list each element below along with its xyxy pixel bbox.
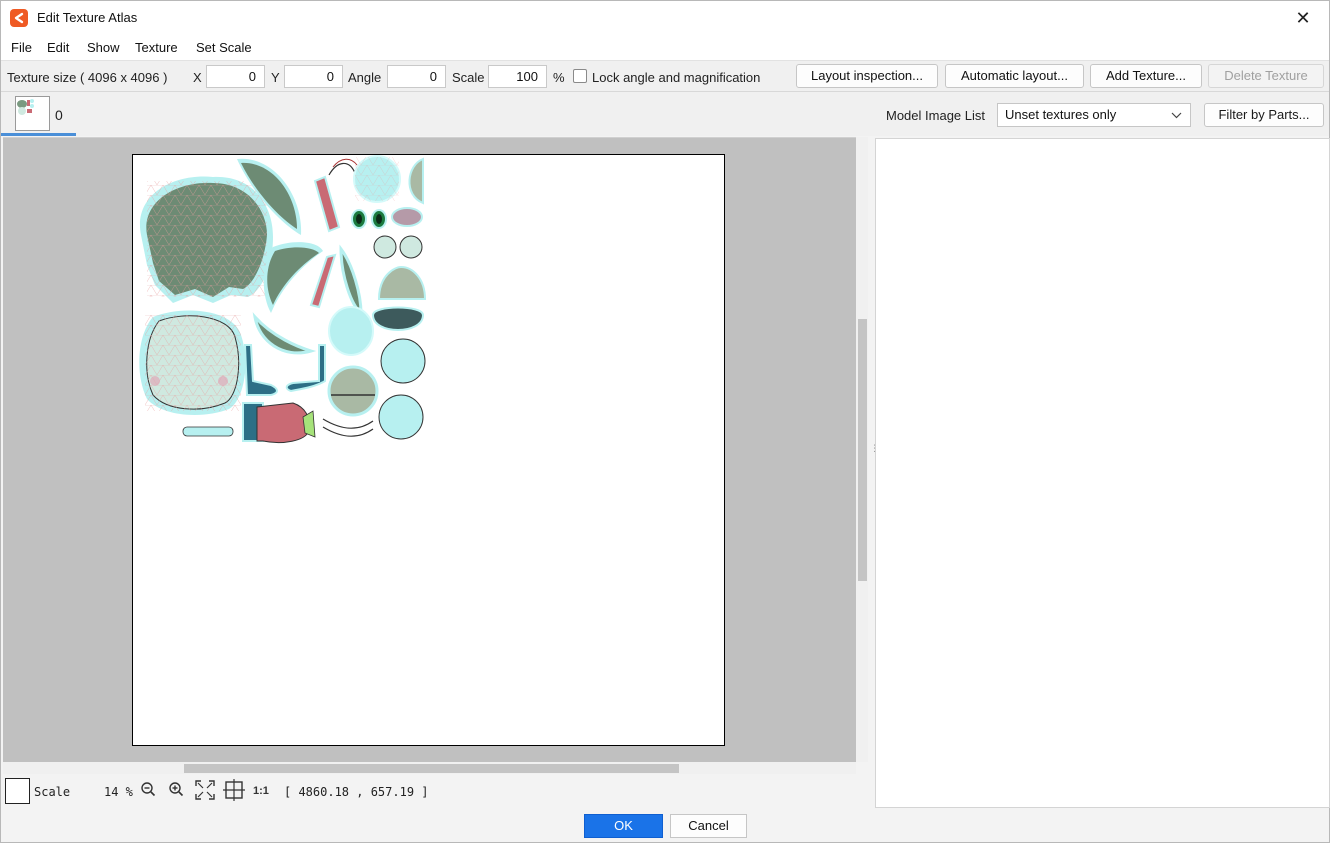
atlas-index-label: 0 [55, 107, 63, 123]
zoom-in-icon[interactable] [168, 781, 184, 800]
atlas-thumbnail[interactable] [15, 96, 50, 131]
fit-selection-icon[interactable] [223, 779, 245, 804]
y-label: Y [271, 70, 280, 85]
cursor-coordinates: [ 4860.18 , 657.19 ] [284, 785, 429, 799]
scale-label: Scale [452, 70, 485, 85]
menu-edit[interactable]: Edit [47, 40, 69, 55]
x-input[interactable]: 0 [206, 65, 265, 88]
menu-set-scale[interactable]: Set Scale [196, 40, 252, 55]
close-icon[interactable]: ✕ [1293, 8, 1313, 28]
horizontal-scrollbar[interactable] [3, 762, 856, 774]
menu-file[interactable]: File [11, 40, 32, 55]
texture-size-label: Texture size ( 4096 x 4096 ) [7, 70, 168, 85]
menu-texture[interactable]: Texture [135, 40, 178, 55]
lock-angle-checkbox[interactable] [573, 69, 587, 83]
title-bar: Edit Texture Atlas ✕ [1, 1, 1329, 34]
window-title: Edit Texture Atlas [37, 10, 138, 25]
automatic-layout-button[interactable]: Automatic layout... [945, 64, 1084, 88]
scale-status-label: Scale [34, 785, 71, 799]
active-tab-indicator [1, 133, 76, 136]
x-label: X [193, 70, 202, 85]
angle-label: Angle [348, 70, 382, 85]
menu-bar: File Edit Show Texture Set Scale [1, 34, 1329, 60]
y-input[interactable]: 0 [284, 65, 343, 88]
zoom-value: 14 % [104, 785, 133, 799]
layout-inspection-button[interactable]: Layout inspection... [796, 64, 938, 88]
ok-button[interactable]: OK [584, 814, 663, 838]
zoom-out-icon[interactable] [140, 781, 156, 800]
fit-to-window-icon[interactable] [194, 779, 216, 804]
vertical-scrollbar[interactable] [856, 137, 868, 762]
lock-angle-label: Lock angle and magnification [592, 70, 761, 85]
delete-texture-button[interactable]: Delete Texture [1208, 64, 1324, 88]
chevron-down-icon [1171, 104, 1182, 135]
model-image-filter-select[interactable]: Unset textures only [997, 103, 1191, 127]
texture-atlas-page[interactable] [132, 154, 725, 746]
add-texture-button[interactable]: Add Texture... [1090, 64, 1202, 88]
canvas-status-bar: Scale 14 % 1:1 [ 4860.18 , 657.19 ] [1, 774, 871, 810]
texture-islands [139, 155, 427, 444]
panel-splitter-handle[interactable]: ⋮ [870, 444, 879, 460]
scale-preview-box [5, 778, 30, 804]
cancel-button[interactable]: Cancel [670, 814, 747, 838]
actual-size-button[interactable]: 1:1 [253, 785, 269, 797]
horizontal-scroll-thumb[interactable] [184, 764, 679, 773]
app-logo-icon [10, 9, 28, 27]
menu-show[interactable]: Show [87, 40, 120, 55]
percent-label: % [553, 70, 565, 85]
texture-toolbar: Texture size ( 4096 x 4096 ) X 0 Y 0 Ang… [1, 60, 1329, 92]
edit-texture-atlas-window: Edit Texture Atlas ✕ File Edit Show Text… [0, 0, 1330, 843]
model-image-select-value: Unset textures only [1005, 107, 1117, 122]
model-image-list-panel[interactable] [875, 138, 1330, 808]
filter-by-parts-button[interactable]: Filter by Parts... [1204, 103, 1324, 127]
scale-input[interactable]: 100 [488, 65, 547, 88]
angle-input[interactable]: 0 [387, 65, 446, 88]
model-image-list-label: Model Image List [886, 108, 985, 123]
vertical-scroll-thumb[interactable] [858, 319, 867, 581]
atlas-tabs-row: 0 Model Image List Unset textures only F… [1, 92, 1329, 136]
